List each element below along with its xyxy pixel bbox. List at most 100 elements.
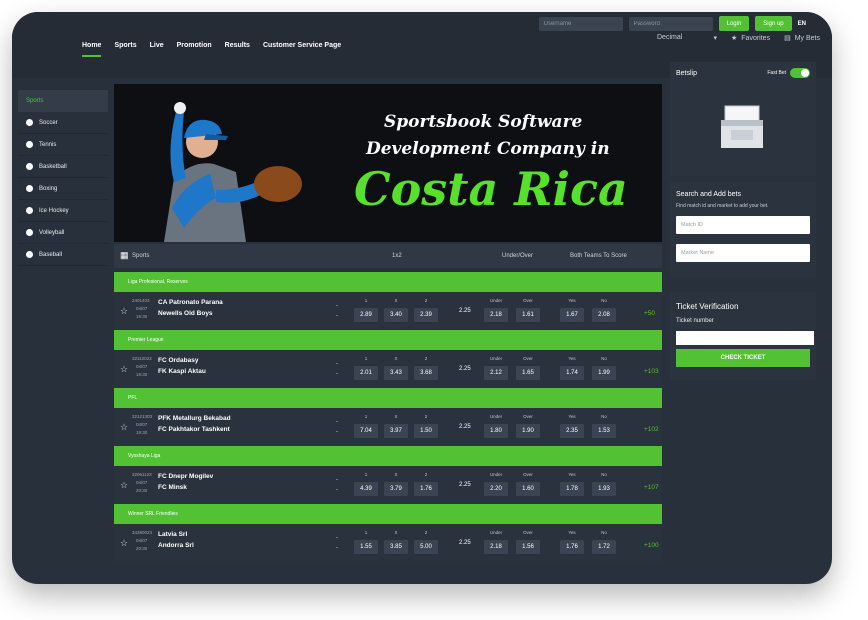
- my-bets-button[interactable]: ▤ My Bets: [784, 34, 820, 43]
- btts-header: Yes: [568, 530, 576, 535]
- fast-bet-control: Fast Bet: [767, 68, 810, 78]
- league-header[interactable]: Vysshaya Liga: [114, 446, 662, 466]
- league-header[interactable]: PFL: [114, 388, 662, 408]
- favorite-star-icon[interactable]: ☆: [120, 364, 128, 375]
- league-header[interactable]: Premier League: [114, 330, 662, 350]
- odds-button[interactable]: 1.50: [414, 424, 438, 438]
- odds-button[interactable]: 4.39: [354, 482, 378, 496]
- dash-separator: -: [336, 361, 338, 367]
- dash-separator: -: [336, 429, 338, 435]
- odds-outcome-header: 1: [364, 414, 368, 419]
- more-markets-link[interactable]: +102: [644, 426, 659, 433]
- match-date: 04/07: [136, 480, 148, 485]
- tennis-ball-icon: [26, 141, 33, 148]
- sidebar-item-boxing[interactable]: Boxing: [18, 178, 108, 200]
- total-line: 2.25: [459, 482, 471, 488]
- under-over-odds-button[interactable]: 1.60: [516, 482, 540, 496]
- odds-button[interactable]: 2.39: [414, 308, 438, 322]
- empty-betslip-icon: [721, 105, 763, 148]
- nav-customer-service[interactable]: Customer Service Page: [263, 42, 341, 57]
- under-over-odds-button[interactable]: 2.18: [484, 540, 508, 554]
- odds-button[interactable]: 3.43: [384, 366, 408, 380]
- odds-outcome-header: 1: [364, 298, 368, 303]
- more-markets-link[interactable]: +103: [644, 368, 659, 375]
- btts-odds-button[interactable]: 2.35: [560, 424, 584, 438]
- btts-odds-button[interactable]: 1.76: [560, 540, 584, 554]
- under-over-odds-button[interactable]: 2.18: [484, 308, 508, 322]
- sidebar-item-ice-hockey[interactable]: Ice Hockey: [18, 200, 108, 222]
- odds-outcome-header: X: [394, 298, 398, 303]
- btts-odds-button[interactable]: 2.08: [592, 308, 616, 322]
- sidebar-item-volleyball[interactable]: Volleyball: [18, 222, 108, 244]
- favorite-star-icon[interactable]: ☆: [120, 480, 128, 491]
- odds-button[interactable]: 3.97: [384, 424, 408, 438]
- favorite-star-icon[interactable]: ☆: [120, 422, 128, 433]
- nav-home[interactable]: Home: [82, 42, 102, 57]
- under-over-odds-button[interactable]: 2.20: [484, 482, 508, 496]
- nav-promotion[interactable]: Promotion: [177, 42, 212, 57]
- banner-title-line1: Sportsbook Software: [384, 112, 583, 132]
- btts-odds-button[interactable]: 1.72: [592, 540, 616, 554]
- btts-odds-button[interactable]: 1.53: [592, 424, 616, 438]
- match-row: ☆ 32061123 04/07 20:30 FC Dnepr Mogilev FC Mi…: [114, 466, 662, 504]
- odds-button[interactable]: 3.79: [384, 482, 408, 496]
- odds-outcome-header: X: [394, 414, 398, 419]
- login-button[interactable]: Login: [718, 16, 750, 31]
- more-markets-link[interactable]: +50: [644, 310, 655, 317]
- ticket-number-input[interactable]: [676, 331, 814, 345]
- language-selector[interactable]: EN: [798, 21, 806, 27]
- nav-results[interactable]: Results: [225, 42, 250, 57]
- under-over-odds-button[interactable]: 1.90: [516, 424, 540, 438]
- match-row: ☆ 32121303 04/07 19:30 PFK Metallurg Bekabad…: [114, 408, 662, 446]
- nav-sports[interactable]: Sports: [114, 42, 136, 57]
- market-name-input[interactable]: [676, 244, 810, 262]
- under-over-odds-button[interactable]: 1.61: [516, 308, 540, 322]
- more-markets-link[interactable]: +100: [644, 542, 659, 549]
- signup-button[interactable]: Sign up: [755, 16, 792, 31]
- match-id-input[interactable]: [676, 216, 810, 234]
- under-over-odds-button[interactable]: 1.65: [516, 366, 540, 380]
- under-over-odds-button[interactable]: 1.56: [516, 540, 540, 554]
- hockey-puck-icon: [26, 207, 33, 214]
- search-bets-title: Search and Add bets: [676, 191, 741, 198]
- auth-area: Login Sign up EN: [538, 16, 806, 31]
- promo-banner[interactable]: Sportsbook Software Development Company …: [114, 84, 662, 242]
- btts-odds-button[interactable]: 1.78: [560, 482, 584, 496]
- sidebar-item-tennis[interactable]: Tennis: [18, 134, 108, 156]
- odds-button[interactable]: 1.55: [354, 540, 378, 554]
- btts-odds-button[interactable]: 1.99: [592, 366, 616, 380]
- btts-odds-button[interactable]: 1.67: [560, 308, 584, 322]
- fast-bet-toggle[interactable]: [790, 68, 810, 78]
- nav-live[interactable]: Live: [150, 42, 164, 57]
- password-input[interactable]: [628, 16, 713, 31]
- username-input[interactable]: [538, 16, 623, 31]
- odds-format-select[interactable]: Decimal ▾: [657, 34, 717, 42]
- more-markets-link[interactable]: +107: [644, 484, 659, 491]
- favorites-button[interactable]: ★ Favorites: [731, 34, 770, 43]
- league-header[interactable]: Liga Profesional, Reserves: [114, 272, 662, 292]
- total-line: 2.25: [459, 424, 471, 430]
- sidebar-item-soccer[interactable]: Soccer: [18, 112, 108, 134]
- btts-odds-button[interactable]: 1.93: [592, 482, 616, 496]
- odds-button[interactable]: 3.40: [384, 308, 408, 322]
- odds-button[interactable]: 2.89: [354, 308, 378, 322]
- favorite-star-icon[interactable]: ☆: [120, 538, 128, 549]
- sidebar-item-label: Tennis: [39, 141, 57, 148]
- odds-button[interactable]: 3.68: [414, 366, 438, 380]
- odds-button[interactable]: 3.85: [384, 540, 408, 554]
- odds-outcome-header: 1: [364, 356, 368, 361]
- under-over-odds-button[interactable]: 2.12: [484, 366, 508, 380]
- odds-button[interactable]: 7.04: [354, 424, 378, 438]
- under-over-header: Over: [523, 530, 533, 535]
- favorite-star-icon[interactable]: ☆: [120, 306, 128, 317]
- odds-button[interactable]: 2.01: [354, 366, 378, 380]
- btts-header: Yes: [568, 472, 576, 477]
- sidebar-item-baseball[interactable]: Baseball: [18, 244, 108, 266]
- odds-button[interactable]: 1.76: [414, 482, 438, 496]
- under-over-odds-button[interactable]: 1.80: [484, 424, 508, 438]
- odds-button[interactable]: 5.00: [414, 540, 438, 554]
- sidebar-item-basketball[interactable]: Basketball: [18, 156, 108, 178]
- check-ticket-button[interactable]: CHECK TICKET: [676, 349, 810, 367]
- league-header[interactable]: Winner SRL Friendlies: [114, 504, 662, 524]
- btts-odds-button[interactable]: 1.74: [560, 366, 584, 380]
